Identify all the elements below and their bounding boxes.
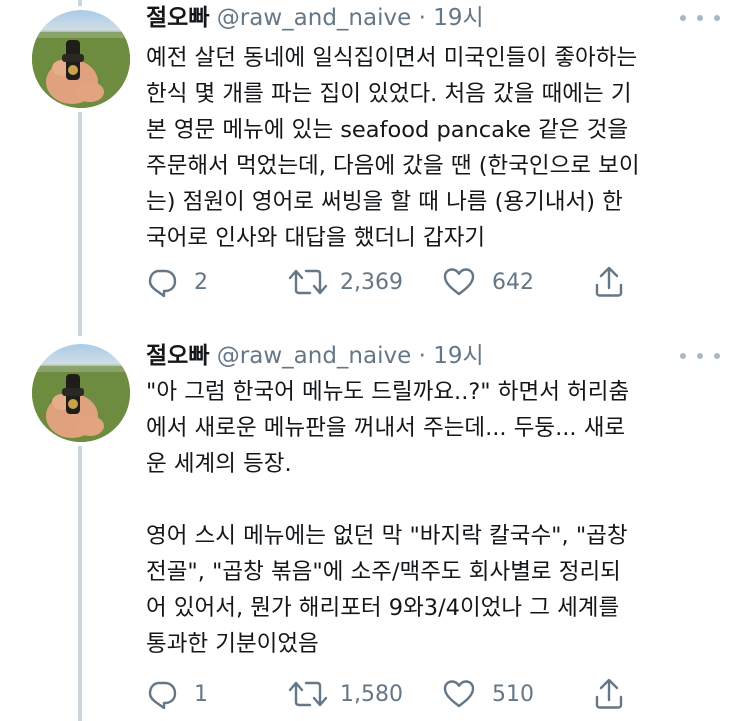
- share-icon: [595, 266, 623, 297]
- tweet[interactable]: 절오빠 @raw_and_naive · 19시 예전 살던 동네에 일식집이면…: [0, 0, 750, 330]
- author-name[interactable]: 절오빠: [146, 5, 209, 31]
- like-count: 642: [492, 269, 534, 295]
- tweet-text: "아 그럼 한국어 메뉴도 드릴까요..?" 하면서 허리춤 에서 새로운 메뉴…: [146, 379, 630, 657]
- like-count: 510: [492, 681, 534, 707]
- reply-count: 1: [194, 681, 208, 707]
- retweet-icon: [288, 681, 328, 707]
- avatar-photo: [32, 366, 130, 442]
- more-icon[interactable]: [680, 344, 720, 368]
- reply-button[interactable]: 2: [146, 264, 208, 300]
- reply-icon: [148, 681, 177, 710]
- reply-icon: [148, 269, 177, 298]
- share-button[interactable]: [593, 264, 625, 300]
- retweet-count: 1,580: [340, 681, 403, 707]
- avatar-photo: [32, 32, 130, 108]
- tweet-actions: 1 1,580 510: [146, 676, 646, 712]
- avatar[interactable]: [32, 344, 130, 442]
- more-icon[interactable]: [680, 6, 720, 30]
- heart-icon: [443, 680, 475, 708]
- tweet[interactable]: 절오빠 @raw_and_naive · 19시 "아 그럼 한국어 메뉴도 드…: [0, 336, 750, 721]
- like-button[interactable]: 642: [442, 264, 534, 300]
- like-button[interactable]: 510: [442, 676, 534, 712]
- retweet-button[interactable]: 1,580: [288, 676, 403, 712]
- tweet-text: 예전 살던 동네에 일식집이면서 미국인들이 좋아하는 한식 몇 개를 파는 집…: [146, 45, 640, 251]
- tweet-header: 절오빠 @raw_and_naive · 19시: [146, 2, 484, 34]
- share-button[interactable]: [593, 676, 625, 712]
- heart-icon: [443, 268, 475, 296]
- tweet-actions: 2 2,369 642: [146, 264, 646, 300]
- reply-count: 2: [194, 269, 208, 295]
- author-name[interactable]: 절오빠: [146, 343, 209, 369]
- tweet-body: "아 그럼 한국어 메뉴도 드릴까요..?" 하면서 허리춤 에서 새로운 메뉴…: [146, 374, 736, 662]
- reply-button[interactable]: 1: [146, 676, 208, 712]
- author-handle[interactable]: @raw_and_naive: [217, 343, 411, 369]
- tweet-header: 절오빠 @raw_and_naive · 19시: [146, 340, 484, 372]
- tweet-body: 예전 살던 동네에 일식집이면서 미국인들이 좋아하는 한식 몇 개를 파는 집…: [146, 40, 736, 256]
- share-icon: [595, 678, 623, 709]
- author-handle[interactable]: @raw_and_naive: [217, 5, 411, 31]
- tweet-time[interactable]: · 19시: [419, 5, 484, 31]
- tweet-time[interactable]: · 19시: [419, 343, 484, 369]
- retweet-button[interactable]: 2,369: [288, 264, 403, 300]
- retweet-icon: [288, 269, 328, 295]
- avatar[interactable]: [32, 10, 130, 108]
- retweet-count: 2,369: [340, 269, 403, 295]
